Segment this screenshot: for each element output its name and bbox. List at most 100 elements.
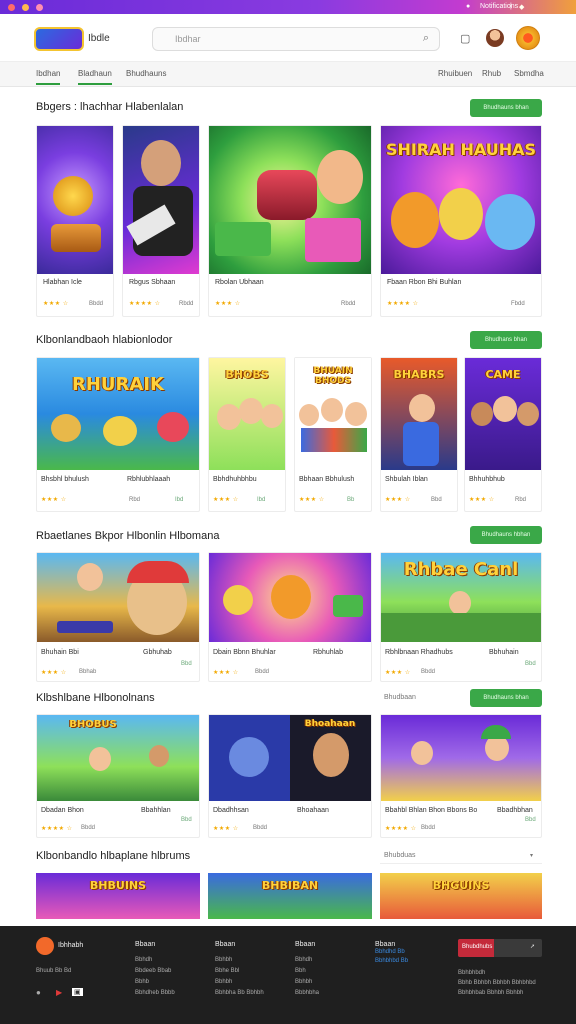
maximize-dot[interactable] <box>36 4 43 11</box>
footer-link[interactable]: Bbbhbha <box>295 990 319 996</box>
subscribe-button[interactable]: Bhubdhubs ➚ <box>458 939 542 957</box>
game-thumbnail <box>123 126 199 274</box>
controller-icon[interactable]: ▢ <box>460 32 470 45</box>
footer-col-head: Bbaan <box>215 941 236 948</box>
thumbnail-title: Bhoahaan <box>304 719 356 729</box>
view-all-button[interactable]: Bhudhauns hbhan <box>470 526 542 544</box>
game-card[interactable]: Bhuhain Bbi Gbhuhab ★★★ ☆ Bbhab Bbd <box>36 552 200 682</box>
card-title: Bbhdhuhbhbu <box>213 476 257 483</box>
app-store-icon[interactable]: ▣ <box>72 988 83 996</box>
profile-icon[interactable]: ● <box>466 3 470 10</box>
thumbnail-title: Rhbae Canl <box>403 559 519 580</box>
search-icon[interactable]: ⌕ <box>423 32 429 45</box>
game-card[interactable]: BHUAIN BHODS Bbhaan Bbhulush ★★★ ☆ Bb <box>294 357 372 512</box>
youtube-icon[interactable]: ▶ <box>56 988 62 997</box>
card-rating: ★★★ ☆ <box>385 670 411 676</box>
close-dot[interactable] <box>8 4 15 11</box>
footer-link[interactable]: Bbhdhd Bb <box>375 949 405 955</box>
minimize-dot[interactable] <box>22 4 29 11</box>
card-meta: Bbdd <box>255 669 270 675</box>
game-card[interactable]: RHURAIK Bhsbhl bhulush Rbhlubhlaaah ★★★ … <box>36 357 200 512</box>
game-card[interactable]: Dbain Bbnn Bhuhlar Rbhuhlab ★★★ ☆ Bbdd <box>208 552 372 682</box>
card-meta: Bbd <box>181 661 192 667</box>
game-thumbnail <box>381 715 541 801</box>
chevron-down-icon: ▾ <box>530 853 534 859</box>
footer-link[interactable]: Bbhbh <box>215 979 232 985</box>
game-card[interactable]: BHABRS Shbulah Iblan ★★★ ☆ Bbd <box>380 357 458 512</box>
section-sort-label[interactable]: Bhudbaan <box>384 694 416 701</box>
game-card[interactable]: CAME Bhhuhbhub ★★★ ☆ Rbd <box>464 357 542 512</box>
footer-link[interactable]: Bbhbha Bb Bbhbh <box>215 990 264 996</box>
footer-link[interactable]: Bbhbh <box>215 957 232 963</box>
game-thumbnail: SHIRAH HAUHAS <box>381 126 541 274</box>
game-card[interactable]: BHOBS Bbhdhuhbhbu ★★★ ☆ Ibd <box>208 357 286 512</box>
card-rating: ★★★ ☆ <box>213 497 239 503</box>
footer-link[interactable]: Bbhbhbd Bb <box>375 958 408 964</box>
card-rating: ★★★ ☆ <box>469 497 495 503</box>
card-meta: Rbdd <box>341 301 356 307</box>
game-card[interactable]: Rbolan Ubhaan ★★★ ☆ Rbdd <box>208 125 372 317</box>
site-logo[interactable] <box>34 27 84 51</box>
bell-icon[interactable]: | <box>510 3 512 10</box>
sort-label: Bhubduas <box>384 852 416 859</box>
card-title: Bbhaan Bbhulush <box>299 476 355 483</box>
game-card[interactable]: Rbgus Sbhaan ★★★★ ☆ Rbdd <box>122 125 200 317</box>
section-title: Klbshlbane Hlbonolnans <box>36 692 155 704</box>
category-tabs: Ibdhan Bladhaun Bhudhauns Rhuibuen Rhub … <box>0 62 576 87</box>
tab-3[interactable]: Bhudhauns <box>126 69 166 78</box>
sort-dropdown[interactable]: Bhubduas ▾ <box>380 850 542 864</box>
game-thumbnail <box>209 553 371 642</box>
footer-link[interactable]: Bbh <box>295 968 306 974</box>
footer-link[interactable]: Bbhe Bbl <box>215 968 239 974</box>
footer-link[interactable]: Bbhdh <box>135 957 152 963</box>
coin-icon[interactable] <box>516 26 540 50</box>
game-card[interactable]: SHIRAH HAUHAS Fbaan Rbon Bhi Buhlan ★★★★… <box>380 125 542 317</box>
view-all-button[interactable]: Bhudhauns bhan <box>470 689 542 707</box>
social-icon[interactable]: ● <box>36 988 41 997</box>
card-rating: ★★★ ☆ <box>43 301 69 307</box>
game-thumbnail: BHGUINS <box>380 873 542 919</box>
card-title: Fbaan Rbon Bhi Buhlan <box>387 279 462 286</box>
tab-2[interactable]: Bladhaun <box>78 69 112 85</box>
footer-col-head: Bbaan <box>295 941 316 948</box>
footer-link[interactable]: Bbhdheb Bbbb <box>135 990 175 996</box>
game-card[interactable]: BHBUINS <box>36 873 200 919</box>
settings-icon[interactable]: ◆ <box>519 3 524 11</box>
game-card[interactable]: Bhoahaan Dbadhhsan Bhoahaan ★★★ ☆ Bbdd <box>208 714 372 838</box>
game-card[interactable]: Rhbae Canl Rbhlbnaan Rhadhubs Bbhuhain ★… <box>380 552 542 682</box>
footer-link[interactable]: Bbhdh <box>295 957 312 963</box>
tab-1[interactable]: Ibdhan <box>36 69 61 85</box>
game-card[interactable]: Bbahbl Bhlan Bhon Bbons Bo Bbadhbhan ★★★… <box>380 714 542 838</box>
footer-tagline: Bhuub Bb Bd <box>36 968 72 974</box>
footer-link[interactable]: Bbhb <box>135 979 149 985</box>
footer: Ibhhabh Bhuub Bb Bd ● ▶ ▣ Bbaan Bbhdh Bb… <box>0 926 576 1024</box>
game-thumbnail: BHABRS <box>381 358 457 470</box>
footer-text: Bbhb Bbhbh Bbhbh Bbhbhbd <box>458 980 536 986</box>
game-thumbnail: RHURAIK <box>37 358 199 470</box>
game-card[interactable]: Hlabhan Icle ★★★ ☆ Bbdd <box>36 125 114 317</box>
game-thumbnail: BHOBUS <box>37 715 199 801</box>
view-all-button[interactable]: Bhudhauns bhan <box>470 99 542 117</box>
card-meta: Rbd <box>515 497 527 503</box>
card-meta: Bbdd <box>421 825 436 831</box>
card-title: Rbhlbnaan Rhadhubs <box>385 649 453 656</box>
footer-link[interactable]: Bbhbh <box>295 979 312 985</box>
footer-link[interactable]: Bbdeeb Bbab <box>135 968 171 974</box>
card-meta: Bbd <box>181 817 192 823</box>
window-titlebar: ● Notifications ◆ | <box>0 0 576 14</box>
search-input[interactable]: Ibdhar ⌕ <box>152 27 440 51</box>
card-title: Bbahbl Bhlan Bhon Bbons Bo <box>385 807 478 814</box>
view-all-button[interactable]: Bhudhans bhan <box>470 331 542 349</box>
game-card[interactable]: BHBIBAN <box>208 873 372 919</box>
card-rating: ★★★ ☆ <box>41 670 67 676</box>
game-card[interactable]: BHOBUS Dbadan Bhon Bbahhlan ★★★★ ☆ Bbdd … <box>36 714 200 838</box>
avatar[interactable] <box>486 29 504 47</box>
tab-right-1[interactable]: Rhuibuen <box>438 69 472 78</box>
game-card[interactable]: BHGUINS <box>380 873 542 919</box>
footer-brand: Ibhhabh <box>58 942 84 949</box>
footer-logo-icon[interactable] <box>36 937 54 955</box>
tab-right-3[interactable]: Sbmdha <box>514 69 544 78</box>
card-title: Bhoahaan <box>297 807 329 814</box>
card-title: Rbolan Ubhaan <box>215 279 264 286</box>
tab-right-2[interactable]: Rhub <box>482 69 501 78</box>
